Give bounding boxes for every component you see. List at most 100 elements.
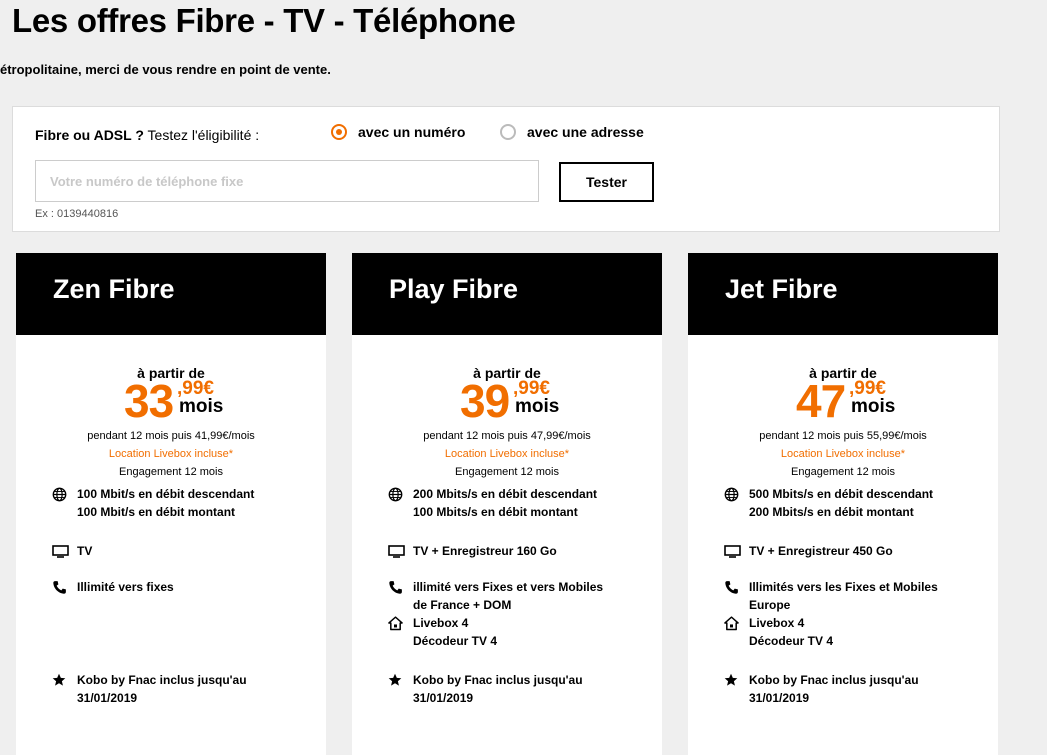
offer-price-int: 33 xyxy=(124,375,174,427)
offer-price-period: mois xyxy=(851,396,896,417)
eligibility-label-bold: Fibre ou ADSL ? xyxy=(35,127,144,143)
feature-text: Kobo by Fnac inclus jusqu'au 31/01/2019 xyxy=(749,671,919,707)
feature-line: 100 Mbit/s en débit descendant xyxy=(77,487,255,501)
feature-box: Livebox 4 Décodeur TV 4 xyxy=(724,614,833,650)
phone-number-input[interactable] xyxy=(35,160,539,202)
feature-kobo: Kobo by Fnac inclus jusqu'au 31/01/2019 xyxy=(388,671,583,707)
offer-name[interactable]: Jet Fibre xyxy=(688,253,998,335)
feature-line: TV + Enregistreur 160 Go xyxy=(413,544,557,558)
feature-line: de France + DOM xyxy=(413,598,512,612)
feature-line: Décodeur TV 4 xyxy=(749,634,834,648)
offer-price: 33 ,99€ mois xyxy=(16,375,326,427)
feature-phone: Illimité vers fixes xyxy=(52,578,174,596)
feature-text: Livebox 4 Décodeur TV 4 xyxy=(413,614,497,650)
feature-line: TV xyxy=(77,544,93,558)
home-icon xyxy=(724,614,749,650)
feature-text: Illimité vers fixes xyxy=(77,578,174,596)
feature-line: Décodeur TV 4 xyxy=(413,634,498,648)
feature-phone: illimité vers Fixes et vers Mobiles de Fr… xyxy=(388,578,603,614)
star-icon xyxy=(724,671,749,707)
feature-line: Illimités vers les Fixes et Mobiles xyxy=(749,580,938,594)
feature-line: illimité vers Fixes et vers Mobiles xyxy=(413,580,604,594)
radio-checked-icon[interactable] xyxy=(331,124,347,140)
star-icon xyxy=(388,671,413,707)
offer-livebox-note[interactable]: Location Livebox incluse* xyxy=(16,447,326,461)
offer-engagement: Engagement 12 mois xyxy=(791,466,895,478)
offer-then-price: pendant 12 mois puis 55,99€/mois xyxy=(759,430,927,442)
feature-text: TV + Enregistreur 450 Go xyxy=(749,542,893,560)
offer-name[interactable]: Play Fibre xyxy=(352,253,662,335)
feature-line: 31/01/2019 xyxy=(749,691,810,705)
feature-tv: TV + Enregistreur 450 Go xyxy=(724,542,893,560)
radio-unchecked-icon[interactable] xyxy=(500,124,516,140)
tv-icon xyxy=(52,542,77,560)
feature-text: Kobo by Fnac inclus jusqu'au 31/01/2019 xyxy=(413,671,583,707)
feature-text: 200 Mbits/s en débit descendant 100 Mbits… xyxy=(413,485,597,521)
offer-then-price: pendant 12 mois puis 47,99€/mois xyxy=(423,430,591,442)
offer-card[interactable]: Play Fibre à partir de 39 ,99€ mois penda… xyxy=(352,253,662,755)
feature-line: 31/01/2019 xyxy=(413,691,474,705)
star-icon xyxy=(52,671,77,707)
feature-line: Livebox 4 xyxy=(413,616,469,630)
sales-point-notice: étropolitaine, merci de vous rendre en p… xyxy=(0,62,331,77)
offer-then-price: pendant 12 mois puis 41,99€/mois xyxy=(87,430,255,442)
offer-price: 47 ,99€ mois xyxy=(688,375,998,427)
radio-by-number[interactable]: avec un numéro xyxy=(331,124,465,140)
feature-text: TV + Enregistreur 160 Go xyxy=(413,542,557,560)
offer-card[interactable]: Jet Fibre à partir de 47 ,99€ mois pendan… xyxy=(688,253,998,755)
feature-line: 200 Mbits/s en débit montant xyxy=(749,505,914,519)
offer-livebox-note[interactable]: Location Livebox incluse* xyxy=(352,447,662,461)
eligibility-label-rest: Testez l'éligibilité : xyxy=(143,127,260,143)
test-button[interactable]: Tester xyxy=(559,162,654,202)
feature-internet: 100 Mbit/s en débit descendant 100 Mbit/s… xyxy=(52,485,254,521)
offer-price: 39 ,99€ mois xyxy=(352,375,662,427)
feature-tv: TV + Enregistreur 160 Go xyxy=(388,542,557,560)
tv-icon xyxy=(724,542,749,560)
radio-by-number-label[interactable]: avec un numéro xyxy=(358,124,465,140)
feature-text: Kobo by Fnac inclus jusqu'au 31/01/2019 xyxy=(77,671,247,707)
feature-line: 200 Mbits/s en débit descendant xyxy=(413,487,598,501)
globe-icon xyxy=(388,485,413,521)
feature-text: Illimités vers les Fixes et Mobiles Europ… xyxy=(749,578,938,614)
feature-line: Kobo by Fnac inclus jusqu'au xyxy=(749,673,919,687)
feature-line: 100 Mbit/s en débit montant xyxy=(77,505,236,519)
feature-text: 100 Mbit/s en débit descendant 100 Mbit/s… xyxy=(77,485,254,521)
offer-engagement: Engagement 12 mois xyxy=(119,466,223,478)
feature-line: 100 Mbits/s en débit montant xyxy=(413,505,578,519)
offer-name[interactable]: Zen Fibre xyxy=(16,253,326,335)
feature-kobo: Kobo by Fnac inclus jusqu'au 31/01/2019 xyxy=(724,671,919,707)
offer-engagement: Engagement 12 mois xyxy=(455,466,559,478)
feature-line: Illimité vers fixes xyxy=(77,580,174,594)
feature-text: Livebox 4 Décodeur TV 4 xyxy=(749,614,833,650)
offer-price-int: 39 xyxy=(460,375,510,427)
radio-by-address[interactable]: avec une adresse xyxy=(500,124,644,140)
phone-icon xyxy=(724,578,749,614)
feature-text: 500 Mbits/s en débit descendant 200 Mbits… xyxy=(749,485,933,521)
feature-line: Kobo by Fnac inclus jusqu'au xyxy=(413,673,583,687)
feature-internet: 500 Mbits/s en débit descendant 200 Mbits… xyxy=(724,485,933,521)
feature-line: Livebox 4 xyxy=(749,616,805,630)
tv-icon xyxy=(388,542,413,560)
feature-kobo: Kobo by Fnac inclus jusqu'au 31/01/2019 xyxy=(52,671,247,707)
home-icon xyxy=(388,614,413,650)
eligibility-panel: Fibre ou ADSL ? Testez l'éligibilité : a… xyxy=(12,106,1000,232)
offer-price-period: mois xyxy=(515,396,560,417)
offer-card[interactable]: Zen Fibre à partir de 33 ,99€ mois pendan… xyxy=(16,253,326,755)
feature-line: 31/01/2019 xyxy=(77,691,138,705)
feature-box: Livebox 4 Décodeur TV 4 xyxy=(388,614,497,650)
feature-internet: 200 Mbits/s en débit descendant 100 Mbits… xyxy=(388,485,597,521)
feature-line: 500 Mbits/s en débit descendant xyxy=(749,487,934,501)
offer-livebox-note[interactable]: Location Livebox incluse* xyxy=(688,447,998,461)
radio-by-address-label[interactable]: avec une adresse xyxy=(527,124,644,140)
phone-icon xyxy=(388,578,413,614)
feature-line: Europe xyxy=(749,598,791,612)
offer-price-period: mois xyxy=(179,396,224,417)
feature-line: Kobo by Fnac inclus jusqu'au xyxy=(77,673,247,687)
feature-phone: Illimités vers les Fixes et Mobiles Europ… xyxy=(724,578,938,614)
feature-line: TV + Enregistreur 450 Go xyxy=(749,544,893,558)
feature-text: TV xyxy=(77,542,92,560)
feature-text: illimité vers Fixes et vers Mobiles de Fr… xyxy=(413,578,603,614)
eligibility-label: Fibre ou ADSL ? Testez l'éligibilité : xyxy=(35,127,259,143)
globe-icon xyxy=(52,485,77,521)
page-title: Les offres Fibre - TV - Téléphone xyxy=(12,2,516,39)
